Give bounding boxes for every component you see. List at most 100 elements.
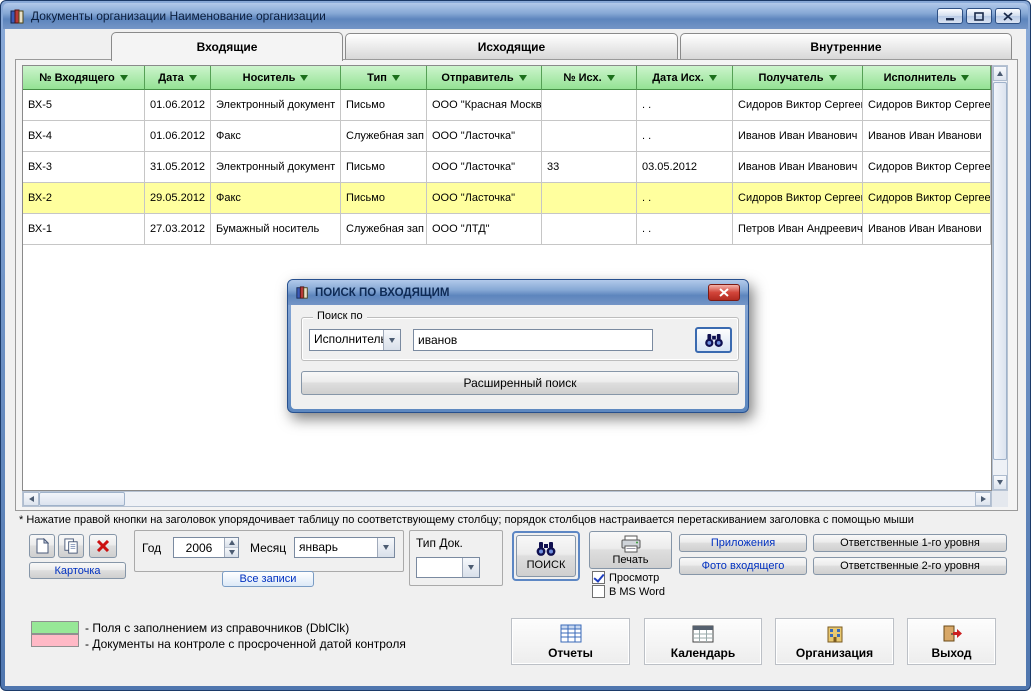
table-row[interactable]: ВХ-3 31.05.2012 Электронный документ Пис… [23,152,991,183]
table-cell: 27.03.2012 [145,214,211,245]
month-select[interactable]: январь [294,537,395,558]
table-cell: Факс [211,121,341,152]
column-header-incoming-number[interactable]: № Входящего [23,66,145,90]
exit-button[interactable]: Выход [907,618,996,665]
search-query-input[interactable] [413,329,653,351]
photo-button[interactable]: Фото входящего [679,557,807,575]
dropdown-arrow-icon[interactable] [462,558,479,577]
vertical-scrollbar-thumb[interactable] [993,82,1007,460]
scroll-right-button[interactable] [975,492,991,506]
filter-dropdown-icon[interactable] [607,75,615,81]
dialog-close-button[interactable] [708,284,740,301]
responsible-level1-button[interactable]: Ответственные 1-го уровня [813,534,1007,552]
table-cell: Электронный документ [211,90,341,121]
column-header-label: Тип [367,72,387,84]
table-header-row: № Входящего Дата Носитель Тип Отправител… [23,66,991,90]
vertical-scrollbar[interactable] [992,65,1008,491]
tab-outgoing[interactable]: Исходящие [345,33,678,59]
maximize-button[interactable] [966,8,992,24]
spinner-down-button[interactable] [225,548,238,557]
column-header-recipient[interactable]: Получатель [733,66,863,90]
column-header-carrier[interactable]: Носитель [211,66,341,90]
scroll-up-button[interactable] [993,66,1007,81]
card-button[interactable]: Карточка [29,562,126,579]
dropdown-arrow-icon[interactable] [383,330,400,350]
horizontal-scrollbar[interactable] [22,491,992,507]
filter-dropdown-icon[interactable] [829,75,837,81]
scrollbar-track[interactable] [125,492,975,506]
filter-dropdown-icon[interactable] [709,75,717,81]
filter-dropdown-icon[interactable] [120,75,128,81]
filter-dropdown-icon[interactable] [300,75,308,81]
search-dialog-titlebar: ПОИСК ПО ВХОДЯЩИМ [288,280,748,305]
table-cell: Иванов Иван Иванови [863,214,991,245]
year-spinner[interactable]: 2006 [173,537,239,558]
legend-text-dictionaries: - Поля с заполнением из справочников (Db… [85,621,349,635]
scroll-down-button[interactable] [993,475,1007,490]
ms-word-checkbox-label: В MS Word [609,586,665,598]
table-cell: Иванов Иван Иванович [733,152,863,183]
table-cell: Факс [211,183,341,214]
scroll-left-button[interactable] [23,492,39,506]
all-records-button[interactable]: Все записи [222,571,314,587]
column-header-date[interactable]: Дата [145,66,211,90]
table-row[interactable]: ВХ-4 01.06.2012 Факс Служебная зап ООО "… [23,121,991,152]
column-header-type[interactable]: Тип [341,66,427,90]
exit-icon [941,624,963,643]
filter-dropdown-icon[interactable] [519,75,527,81]
print-button[interactable]: Печать [589,531,672,569]
delete-document-button[interactable] [89,534,117,558]
column-header-outgoing-date[interactable]: Дата Исх. [637,66,733,90]
column-header-executor[interactable]: Исполнитель [863,66,991,90]
table-row[interactable]: ВХ-1 27.03.2012 Бумажный носитель Служеб… [23,214,991,245]
minimize-button[interactable] [937,8,963,24]
checkbox-checked-icon [592,571,605,584]
table-cell: 31.05.2012 [145,152,211,183]
legend-green-swatch [31,621,79,634]
extended-search-button[interactable]: Расширенный поиск [301,371,739,395]
attachments-button[interactable]: Приложения [679,534,807,552]
filter-dropdown-icon[interactable] [961,75,969,81]
column-header-outgoing-number[interactable]: № Исх. [542,66,637,90]
column-header-label: Исполнитель [884,72,957,84]
responsible-level2-label: Ответственные 2-го уровня [840,560,980,572]
doc-type-select[interactable] [416,557,480,578]
tab-label: Исходящие [478,40,545,54]
filter-dropdown-icon[interactable] [392,75,400,81]
search-button[interactable]: ПОИСК [516,535,576,577]
dialog-icon [296,286,309,299]
filter-dropdown-icon[interactable] [189,75,197,81]
month-value: январь [295,538,377,557]
dialog-search-button[interactable] [695,327,732,353]
table-cell: Сидоров Виктор Сергееви [863,90,991,121]
tab-incoming[interactable]: Входящие [111,32,343,61]
table-cell: ООО "Ласточка" [427,152,542,183]
search-field-value: Исполнитель [310,330,383,350]
dropdown-arrow-icon[interactable] [377,538,394,557]
organization-button[interactable]: Организация [775,618,894,665]
calendar-button[interactable]: Календарь [644,618,762,665]
column-header-label: Носитель [243,72,296,84]
legend-text-overdue: - Документы на контроле с просроченной д… [85,637,406,651]
table-row[interactable]: ВХ-5 01.06.2012 Электронный документ Пис… [23,90,991,121]
responsible-level2-button[interactable]: Ответственные 2-го уровня [813,557,1007,575]
horizontal-scrollbar-thumb[interactable] [39,492,125,506]
spinner-up-button[interactable] [225,538,238,548]
tab-internal[interactable]: Внутренние [680,33,1012,59]
checkbox-unchecked-icon [592,585,605,598]
table-cell: . . [637,214,733,245]
close-button[interactable] [995,8,1021,24]
copy-document-button[interactable] [58,534,84,558]
search-dialog-title: ПОИСК ПО ВХОДЯЩИМ [315,287,702,299]
new-document-button[interactable] [29,534,55,558]
preview-checkbox[interactable]: Просмотр [592,571,659,584]
preview-checkbox-label: Просмотр [609,572,659,584]
report-icon [560,624,582,643]
reports-button[interactable]: Отчеты [511,618,630,665]
search-field-select[interactable]: Исполнитель [309,329,401,351]
column-header-label: Дата [158,72,183,84]
table-cell: ВХ-2 [23,183,145,214]
ms-word-checkbox[interactable]: В MS Word [592,585,665,598]
table-row-selected[interactable]: ВХ-2 29.05.2012 Факс Письмо ООО "Ласточк… [23,183,991,214]
column-header-sender[interactable]: Отправитель [427,66,542,90]
